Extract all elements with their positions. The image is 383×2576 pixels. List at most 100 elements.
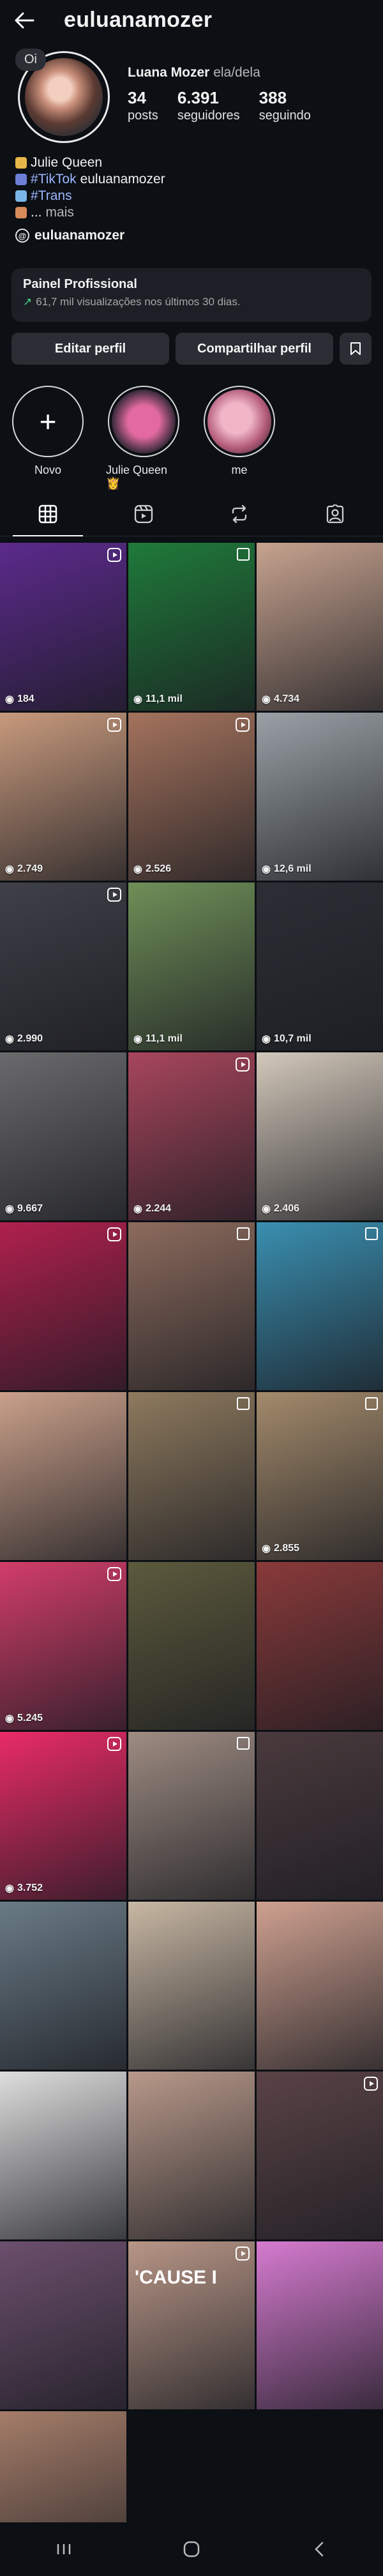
share-profile-button[interactable]: Compartilhar perfil: [176, 333, 333, 365]
post-thumbnail[interactable]: ◉ 9.667: [0, 1052, 126, 1220]
post-thumbnail[interactable]: ◉ 11,1 mil: [128, 883, 255, 1050]
threads-link[interactable]: @ euluanamozer: [15, 228, 124, 243]
highlight-label: me: [231, 464, 248, 476]
view-count-value: 9.667: [17, 1203, 43, 1214]
post-thumbnail[interactable]: ◉ 2.855: [257, 1392, 383, 1560]
display-name: Luana Mozer: [128, 65, 210, 80]
profile-bio: Julie Queen #TikTok euluanamozer #Trans …: [15, 155, 165, 221]
tagged-person-icon: [326, 504, 344, 523]
post-thumbnail[interactable]: ◉ 2.526: [128, 713, 255, 881]
carousel-icon: [237, 548, 250, 561]
bio-ellipsis: ...: [31, 205, 42, 220]
highlight-new[interactable]: + Novo: [10, 386, 86, 490]
stat-label: seguindo: [259, 109, 311, 123]
stat-following[interactable]: 388 seguindo: [259, 88, 311, 124]
threads-handle: euluanamozer: [34, 228, 125, 243]
post-thumbnail[interactable]: [0, 1222, 126, 1390]
highlight-cover: [112, 390, 176, 453]
more-link[interactable]: mais: [46, 204, 74, 221]
back-button[interactable]: [11, 9, 37, 32]
stat-followers[interactable]: 6.391 seguidores: [177, 88, 240, 124]
view-count: ◉ 11,1 mil: [133, 693, 183, 706]
profile-username: euluanamozer: [64, 8, 213, 32]
view-count-value: 10,7 mil: [273, 1033, 312, 1044]
dashboard-subtitle-text: 61,7 mil visualizações nos últimos 30 di…: [36, 296, 241, 308]
home-button[interactable]: [172, 2536, 211, 2562]
eye-icon: ◉: [5, 694, 14, 705]
view-count-value: 11,1 mil: [145, 693, 183, 704]
tab-reels[interactable]: [96, 492, 192, 536]
post-thumbnail[interactable]: [257, 1562, 383, 1730]
post-thumbnail[interactable]: [257, 1902, 383, 2070]
stat-posts[interactable]: 34 posts: [128, 88, 158, 124]
view-count: ◉ 9.667: [5, 1202, 43, 1215]
post-thumbnail[interactable]: [128, 1562, 255, 1730]
post-thumbnail[interactable]: ◉ 2.244: [128, 1052, 255, 1220]
eye-icon: ◉: [5, 1883, 14, 1894]
view-count-value: 12,6 mil: [273, 863, 312, 874]
bookmark-icon: [350, 342, 361, 355]
hashtag-link[interactable]: #TikTok: [31, 171, 77, 188]
tab-tagged[interactable]: [287, 492, 383, 536]
post-thumbnail[interactable]: ◉ 11,1 mil: [128, 543, 255, 711]
post-thumbnail[interactable]: 'CAUSE I: [128, 2241, 255, 2409]
highlight-julie-queen[interactable]: Julie Queen 👸: [106, 386, 181, 490]
back-nav-button[interactable]: [300, 2536, 338, 2562]
post-thumbnail[interactable]: [128, 1732, 255, 1900]
post-thumbnail[interactable]: [257, 1222, 383, 1390]
bio-line: Julie Queen: [15, 155, 165, 171]
recent-apps-button[interactable]: [45, 2536, 83, 2562]
stat-label: seguidores: [177, 109, 240, 123]
highlight-label: Novo: [34, 464, 62, 476]
highlight-me[interactable]: me: [202, 386, 277, 490]
reel-icon: [236, 718, 250, 732]
post-thumbnail[interactable]: [257, 2241, 383, 2409]
tab-reposts[interactable]: [192, 492, 287, 536]
edit-profile-button[interactable]: Editar perfil: [11, 333, 169, 365]
post-thumbnail[interactable]: ◉ 12,6 mil: [257, 713, 383, 881]
post-thumbnail[interactable]: [128, 2072, 255, 2239]
note-bubble[interactable]: Oi: [15, 49, 46, 71]
stat-value: 388: [259, 88, 287, 107]
bookmark-button[interactable]: [340, 333, 372, 365]
view-count-value: 2.855: [273, 1543, 300, 1554]
hashtag-link[interactable]: #Trans: [31, 188, 72, 204]
post-thumbnail[interactable]: [0, 1392, 126, 1560]
post-thumbnail[interactable]: ◉ 2.990: [0, 883, 126, 1050]
post-thumbnail[interactable]: [128, 1222, 255, 1390]
tab-grid[interactable]: [0, 492, 96, 536]
post-thumbnail[interactable]: ◉ 2.749: [0, 713, 126, 881]
bio-line: #TikTok euluanamozer: [15, 171, 165, 188]
post-thumbnail[interactable]: ◉ 2.406: [257, 1052, 383, 1220]
arrow-left-icon: [15, 12, 34, 29]
view-count: ◉ 2.406: [262, 1202, 299, 1215]
post-thumbnail[interactable]: ◉ 3.752: [0, 1732, 126, 1900]
professional-dashboard[interactable]: Painel Profissional ↗ 61,7 mil visualiza…: [11, 268, 372, 322]
reel-icon: [107, 1737, 121, 1751]
post-thumbnail[interactable]: [257, 2072, 383, 2239]
post-thumbnail[interactable]: [0, 2072, 126, 2239]
post-thumbnail[interactable]: [128, 1902, 255, 2070]
reel-icon: [364, 2077, 378, 2091]
post-thumbnail[interactable]: ◉ 10,7 mil: [257, 883, 383, 1050]
view-count: ◉ 10,7 mil: [262, 1033, 312, 1045]
dashboard-title: Painel Profissional: [23, 277, 137, 291]
posts-grid: ◉ 184 ◉ 11,1 mil ◉ 4.734 ◉ 2.749 ◉ 2.526 ◉ 12,6 mil…: [0, 543, 383, 2576]
post-thumbnail[interactable]: ◉ 4.734: [257, 543, 383, 711]
stat-label: posts: [128, 109, 158, 123]
post-thumbnail[interactable]: ◉ 5.245: [0, 1562, 126, 1730]
highlight-label: Julie Queen 👸: [106, 464, 168, 490]
top-bar: euluanamozer: [0, 0, 383, 41]
carousel-icon: [365, 1397, 378, 1410]
recent-apps-icon: [57, 2544, 71, 2554]
post-thumbnail[interactable]: [0, 1902, 126, 2070]
profile-name: Luana Mozer ela/dela: [128, 65, 260, 80]
dashboard-subtitle: ↗ 61,7 mil visualizações nos últimos 30 …: [23, 296, 360, 308]
threads-icon: @: [15, 229, 29, 243]
carousel-icon: [237, 1397, 250, 1410]
post-thumbnail[interactable]: [128, 1392, 255, 1560]
bio-text: Julie Queen: [31, 155, 103, 170]
post-thumbnail[interactable]: [257, 1732, 383, 1900]
post-thumbnail[interactable]: ◉ 184: [0, 543, 126, 711]
post-thumbnail[interactable]: [0, 2241, 126, 2409]
